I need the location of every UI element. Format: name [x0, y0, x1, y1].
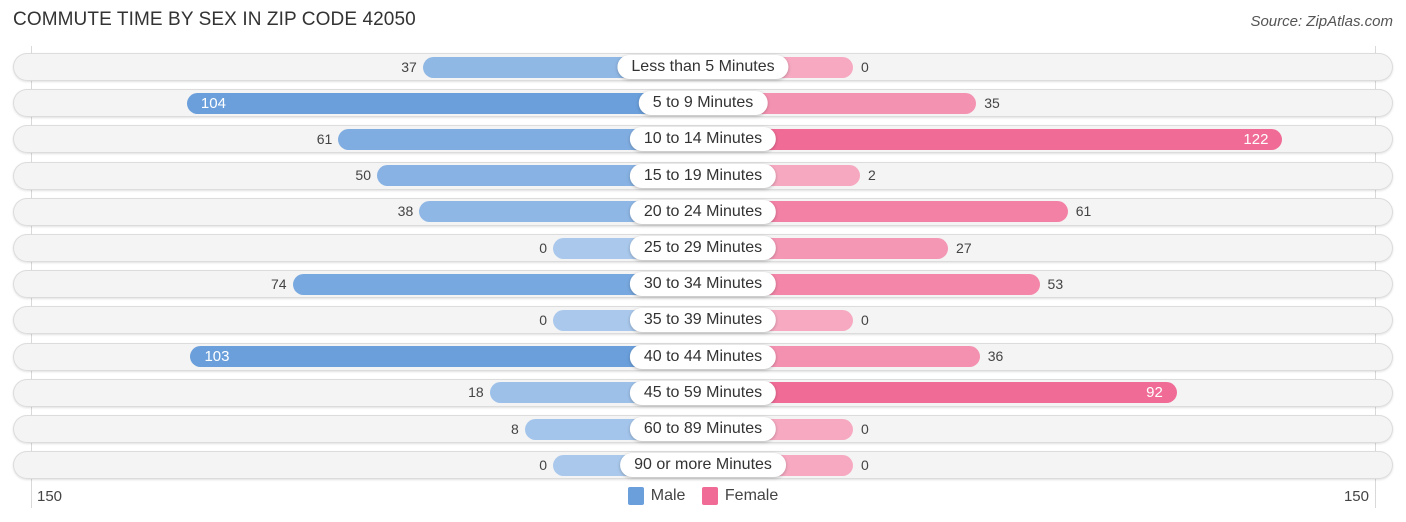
- male-value-label: 8: [511, 420, 519, 437]
- female-value-label: 2: [868, 167, 876, 184]
- female-value-label: 27: [956, 239, 972, 256]
- male-value-label: 61: [316, 130, 333, 147]
- category-label: 90 or more Minutes: [620, 453, 786, 478]
- legend: Male Female: [0, 487, 1406, 510]
- female-value-label: 0: [861, 58, 869, 75]
- male-value-label: 18: [468, 384, 484, 401]
- category-label: 30 to 34 Minutes: [629, 272, 777, 297]
- male-bar[interactable]: [186, 92, 703, 114]
- male-value-label: 0: [539, 311, 547, 328]
- category-label: 35 to 39 Minutes: [629, 308, 777, 333]
- male-value-label: 50: [355, 167, 371, 184]
- category-label: 25 to 29 Minutes: [629, 236, 777, 260]
- male-value-label: 38: [397, 203, 414, 220]
- male-value-label: 104: [200, 94, 226, 112]
- female-value-label: 36: [987, 348, 1004, 365]
- female-value-label: 53: [1047, 275, 1064, 292]
- male-value-label: 0: [539, 456, 547, 473]
- female-value-label: 0: [861, 456, 869, 473]
- legend-item-female[interactable]: Female: [701, 487, 779, 505]
- male-swatch: [627, 487, 644, 505]
- female-value-label: 61: [1075, 203, 1092, 220]
- female-value-label: 92: [1146, 384, 1163, 402]
- female-value-label: 122: [1243, 130, 1269, 148]
- category-label: Less than 5 Minutes: [617, 55, 789, 79]
- male-value-label: 37: [401, 58, 417, 75]
- source-label: Source: ZipAtlas.com: [1250, 13, 1393, 30]
- female-value-label: 0: [861, 420, 869, 437]
- female-value-label: 0: [861, 311, 869, 328]
- male-bar[interactable]: [190, 346, 703, 368]
- female-bar[interactable]: [703, 128, 1283, 150]
- chart-title: COMMUTE TIME BY SEX IN ZIP CODE 42050: [13, 9, 416, 30]
- category-label: 15 to 19 Minutes: [629, 163, 777, 188]
- male-value-label: 103: [204, 348, 230, 366]
- category-label: 10 to 14 Minutes: [629, 127, 777, 152]
- female-swatch: [701, 487, 718, 505]
- male-value-label: 0: [539, 239, 547, 256]
- legend-item-male[interactable]: Male: [627, 487, 686, 505]
- category-label: 40 to 44 Minutes: [629, 344, 777, 369]
- category-label: 45 to 59 Minutes: [629, 380, 777, 405]
- category-label: 20 to 24 Minutes: [629, 199, 777, 224]
- female-value-label: 35: [984, 94, 1000, 111]
- category-label: 5 to 9 Minutes: [638, 91, 768, 116]
- legend-label-male: Male: [650, 487, 686, 504]
- legend-label-female: Female: [724, 487, 779, 504]
- category-label: 60 to 89 Minutes: [629, 417, 777, 441]
- male-value-label: 74: [270, 275, 287, 292]
